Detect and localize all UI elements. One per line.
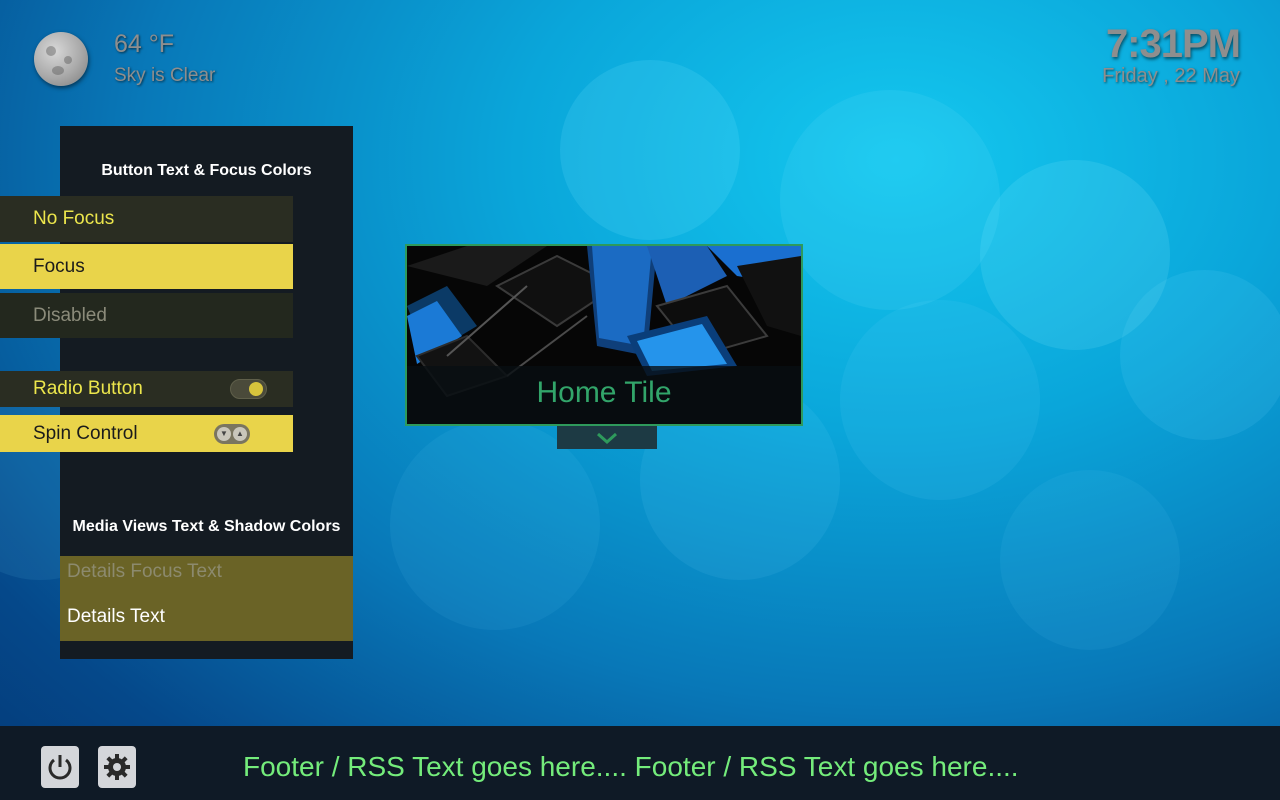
details-focus-text: Details Focus Text [67,561,222,582]
disabled-button: Disabled [0,293,293,338]
spin-up-icon[interactable]: ▲ [233,426,247,441]
media-colors-heading: Media Views Text & Shadow Colors [72,518,341,535]
moon-icon [34,32,88,86]
tile-expand-tab[interactable] [557,426,657,449]
radio-button[interactable]: Radio Button [0,371,293,407]
radio-label: Radio Button [33,378,143,399]
weather-condition: Sky is Clear [114,65,216,86]
media-details-box: Details Focus Text Details Text [60,556,353,641]
spin-label: Spin Control [33,422,138,444]
details-text: Details Text [67,606,165,627]
spin-arrows: ▼ ▲ [214,423,250,444]
footer-bar: Footer / RSS Text goes here.... Footer /… [0,726,1280,800]
power-icon [48,755,72,780]
no-focus-button[interactable]: No Focus [0,196,293,242]
power-button[interactable] [41,746,79,788]
temperature: 64 °F [114,30,175,58]
no-focus-label: No Focus [33,208,115,229]
toggle-knob [249,382,263,396]
home-tile-label: Home Tile [536,376,672,409]
clock-date: Friday , 22 May [1102,65,1240,87]
clock: 7:31PM Friday , 22 May [1102,22,1241,88]
clock-time: 7:31PM [1105,22,1241,66]
focus-button[interactable]: Focus [0,244,293,289]
rss-ticker: Footer / RSS Text goes here.... Footer /… [243,751,1019,782]
radio-toggle[interactable] [230,379,267,399]
focus-label: Focus [33,255,85,277]
weather-widget: 64 °F Sky is Clear [34,30,216,87]
settings-button[interactable] [98,746,136,788]
spin-control[interactable]: Spin Control ▼ ▲ [0,415,293,452]
disabled-label: Disabled [33,304,107,326]
gear-icon [104,754,130,780]
button-colors-heading: Button Text & Focus Colors [101,162,312,179]
home-tile[interactable]: Home Tile [405,244,803,426]
spin-down-icon[interactable]: ▼ [217,426,231,441]
chevron-down-icon [597,432,617,444]
